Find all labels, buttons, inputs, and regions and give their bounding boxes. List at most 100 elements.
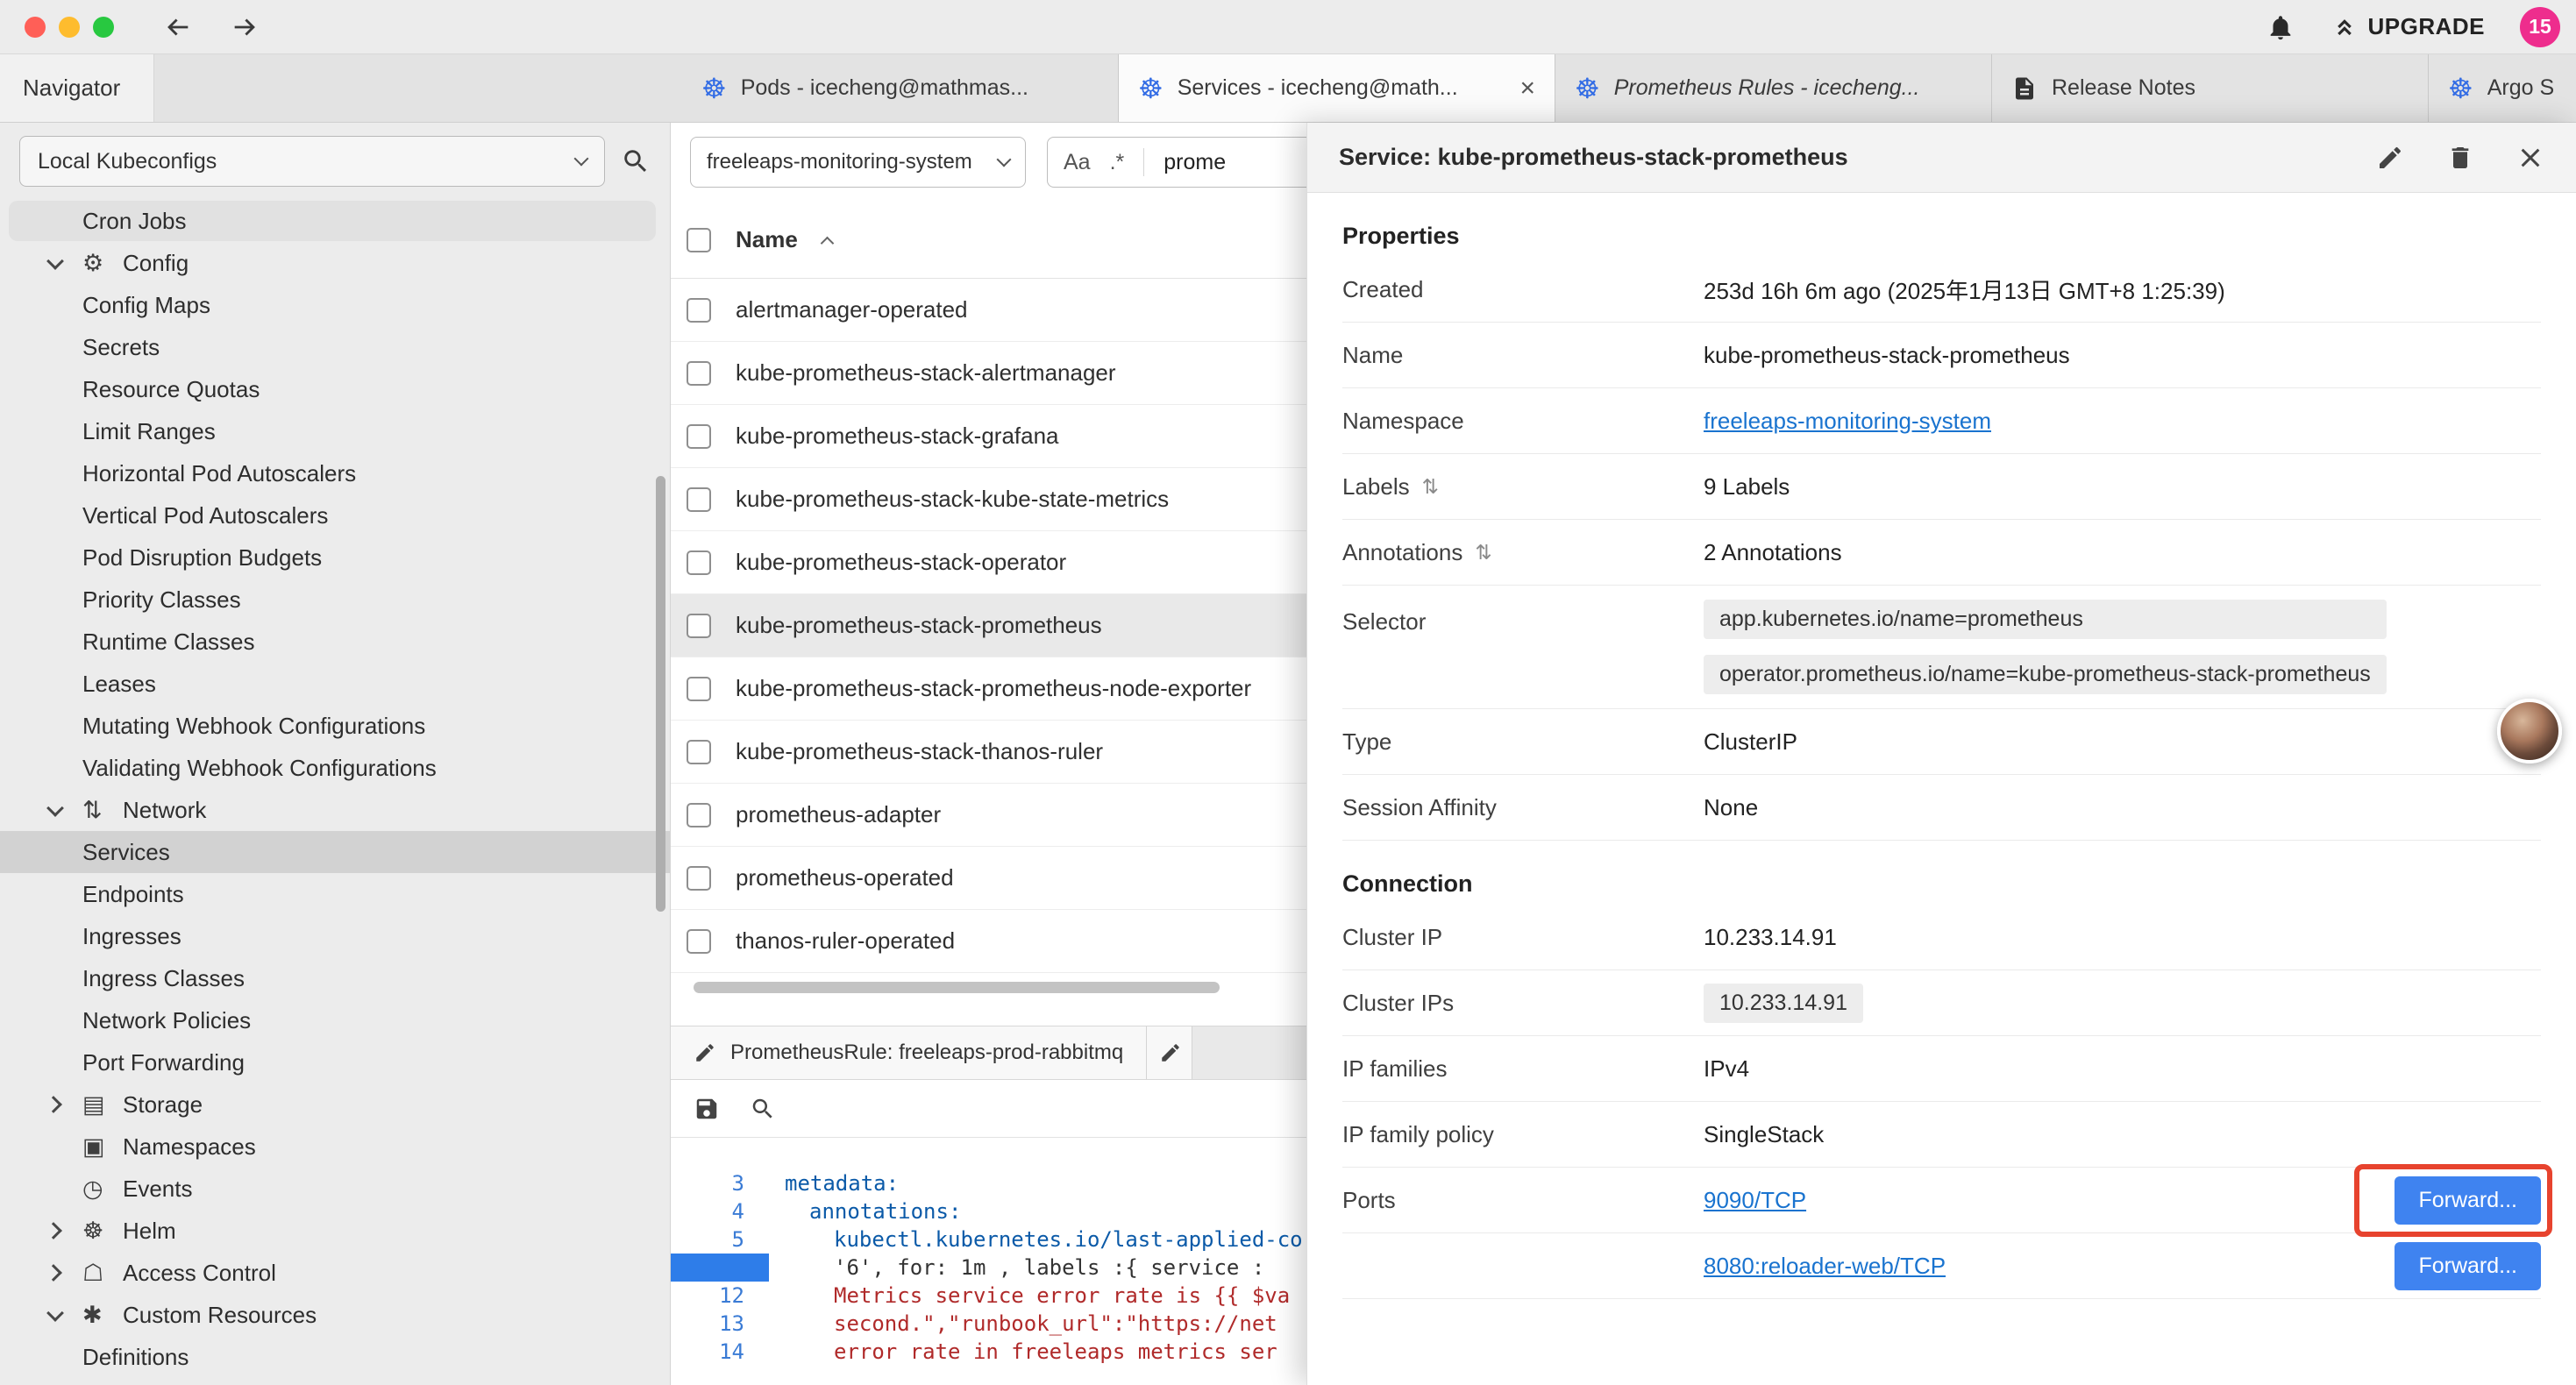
editor-tab-prometheusrule[interactable]: PrometheusRule: freeleaps-prod-rabbitmq: [671, 1026, 1147, 1079]
sidebar-item[interactable]: Leases: [0, 663, 670, 705]
close-drawer-icon[interactable]: [2516, 144, 2544, 172]
service-row[interactable]: kube-prometheus-stack-grafana: [671, 405, 1306, 468]
edit-button[interactable]: [2376, 144, 2404, 172]
sidebar-item[interactable]: Resource Quotas: [0, 368, 670, 410]
minimize-window-button[interactable]: [59, 17, 80, 38]
sidebar-item[interactable]: ◷ Events: [0, 1168, 670, 1210]
sidebar-item[interactable]: Mutating Webhook Configurations: [0, 705, 670, 747]
service-row[interactable]: alertmanager-operated: [671, 279, 1306, 342]
property-row-name: Name kube-prometheus-stack-prometheus: [1342, 323, 2541, 388]
sidebar-item-label: Secrets: [82, 334, 160, 361]
select-all-checkbox[interactable]: [687, 228, 711, 252]
tab-pods[interactable]: Pods - icecheng@mathmas...: [682, 54, 1119, 122]
sidebar-item-label: Storage: [123, 1091, 203, 1119]
close-tab-icon[interactable]: ×: [1519, 75, 1535, 102]
sidebar-item[interactable]: Ingress Classes: [0, 957, 670, 999]
service-row[interactable]: kube-prometheus-stack-alertmanager: [671, 342, 1306, 405]
sidebar-item[interactable]: ☸ Helm: [0, 1210, 670, 1252]
service-row[interactable]: kube-prometheus-stack-thanos-ruler: [671, 721, 1306, 784]
sidebar-item[interactable]: Port Forwarding: [0, 1041, 670, 1083]
namespace-link[interactable]: freeleaps-monitoring-system: [1704, 408, 1991, 434]
sidebar-item[interactable]: Definitions: [0, 1336, 670, 1378]
row-checkbox[interactable]: [687, 424, 711, 449]
tab-argo[interactable]: Argo S: [2429, 54, 2576, 122]
sidebar-item[interactable]: Runtime Classes: [0, 621, 670, 663]
case-sensitive-toggle[interactable]: Aa: [1064, 150, 1091, 175]
labels-expander-icon[interactable]: [1422, 475, 1439, 499]
name-column-header[interactable]: Name: [736, 226, 798, 253]
save-button[interactable]: [694, 1096, 720, 1122]
row-checkbox[interactable]: [687, 614, 711, 638]
forward-button[interactable]: [230, 12, 260, 42]
sidebar-item[interactable]: Endpoints: [0, 873, 670, 915]
horizontal-scrollbar: [671, 973, 1306, 1003]
regex-toggle[interactable]: .*: [1110, 150, 1125, 175]
delete-button[interactable]: [2446, 144, 2474, 172]
tab-services[interactable]: Services - icecheng@math... ×: [1119, 54, 1555, 122]
sidebar-item[interactable]: Validating Webhook Configurations: [0, 747, 670, 789]
row-checkbox[interactable]: [687, 740, 711, 764]
close-window-button[interactable]: [25, 17, 46, 38]
sidebar-item[interactable]: Services: [0, 831, 670, 873]
service-row[interactable]: kube-prometheus-stack-operator: [671, 531, 1306, 594]
service-row[interactable]: prometheus-adapter: [671, 784, 1306, 847]
yaml-editor[interactable]: 3 metadata: 4 annotations: 5 kubectl.kub…: [671, 1138, 1306, 1385]
sidebar-item[interactable]: Vertical Pod Autoscalers: [0, 494, 670, 536]
annotations-expander-icon[interactable]: [1475, 541, 1491, 565]
sidebar-item[interactable]: Priority Classes: [0, 579, 670, 621]
sidebar-item[interactable]: Limit Ranges: [0, 410, 670, 452]
sidebar-item[interactable]: Horizontal Pod Autoscalers: [0, 452, 670, 494]
service-row[interactable]: kube-prometheus-stack-prometheus: [671, 594, 1306, 657]
sort-ascending-icon[interactable]: [821, 237, 835, 251]
sidebar-item-label: Mutating Webhook Configurations: [82, 713, 425, 740]
service-row[interactable]: kube-prometheus-stack-kube-state-metrics: [671, 468, 1306, 531]
sidebar-search-icon[interactable]: [621, 146, 651, 176]
upgrade-button[interactable]: UPGRADE: [2330, 13, 2485, 41]
notifications-bell-icon[interactable]: [2266, 12, 2295, 42]
sidebar-item[interactable]: ☖ Access Control: [0, 1252, 670, 1294]
namespace-filter-select[interactable]: freeleaps-monitoring-system: [690, 137, 1026, 188]
sidebar-item[interactable]: ▣ Namespaces: [0, 1126, 670, 1168]
forward-port-button[interactable]: Forward...: [2395, 1176, 2541, 1225]
row-checkbox[interactable]: [687, 361, 711, 386]
list-search-input[interactable]: Aa .* prome: [1047, 137, 1306, 188]
tabbar-spacer: [154, 54, 682, 122]
tab-prometheus-rules[interactable]: Prometheus Rules - icecheng...: [1555, 54, 1992, 122]
port-link-9090[interactable]: 9090/TCP: [1704, 1187, 1806, 1213]
zoom-window-button[interactable]: [93, 17, 114, 38]
search-separator: [1143, 148, 1144, 176]
notification-count-badge[interactable]: 15: [2520, 7, 2560, 47]
tab-release-notes[interactable]: Release Notes: [1992, 54, 2429, 122]
sidebar-item[interactable]: Secrets: [0, 326, 670, 368]
row-checkbox[interactable]: [687, 803, 711, 827]
sidebar-item[interactable]: Network Policies: [0, 999, 670, 1041]
row-checkbox[interactable]: [687, 866, 711, 891]
sidebar-item[interactable]: Config Maps: [0, 284, 670, 326]
sidebar-item[interactable]: Pod Disruption Budgets: [0, 536, 670, 579]
sidebar-item[interactable]: ✱ Custom Resources: [0, 1294, 670, 1336]
row-checkbox[interactable]: [687, 677, 711, 701]
editor-tab-next[interactable]: [1147, 1026, 1192, 1079]
sidebar-item[interactable]: ⇅ Network: [0, 789, 670, 831]
row-checkbox[interactable]: [687, 929, 711, 954]
row-checkbox[interactable]: [687, 298, 711, 323]
forward-port-button[interactable]: Forward...: [2395, 1242, 2541, 1290]
service-row[interactable]: kube-prometheus-stack-prometheus-node-ex…: [671, 657, 1306, 721]
sidebar-item[interactable]: Ingresses: [0, 915, 670, 957]
kubeconfig-selector[interactable]: Local Kubeconfigs: [19, 136, 605, 187]
port-link-8080[interactable]: 8080:reloader-web/TCP: [1704, 1253, 1946, 1279]
horizontal-scrollbar-thumb[interactable]: [694, 982, 1220, 993]
line-number: 4: [671, 1197, 769, 1225]
service-row[interactable]: prometheus-operated: [671, 847, 1306, 910]
back-button[interactable]: [163, 12, 193, 42]
editor-search-button[interactable]: [750, 1096, 776, 1122]
code-line: 12 Metrics service error rate is {{ $va: [671, 1282, 1306, 1310]
row-checkbox[interactable]: [687, 550, 711, 575]
user-avatar[interactable]: [2497, 699, 2562, 764]
sidebar-scrollbar-thumb[interactable]: [656, 476, 665, 912]
row-checkbox[interactable]: [687, 487, 711, 512]
sidebar-item[interactable]: ⚙ Config: [0, 242, 670, 284]
sidebar-item[interactable]: ▤ Storage: [0, 1083, 670, 1126]
sidebar-item[interactable]: Cron Jobs: [0, 200, 670, 242]
service-row[interactable]: thanos-ruler-operated: [671, 910, 1306, 973]
